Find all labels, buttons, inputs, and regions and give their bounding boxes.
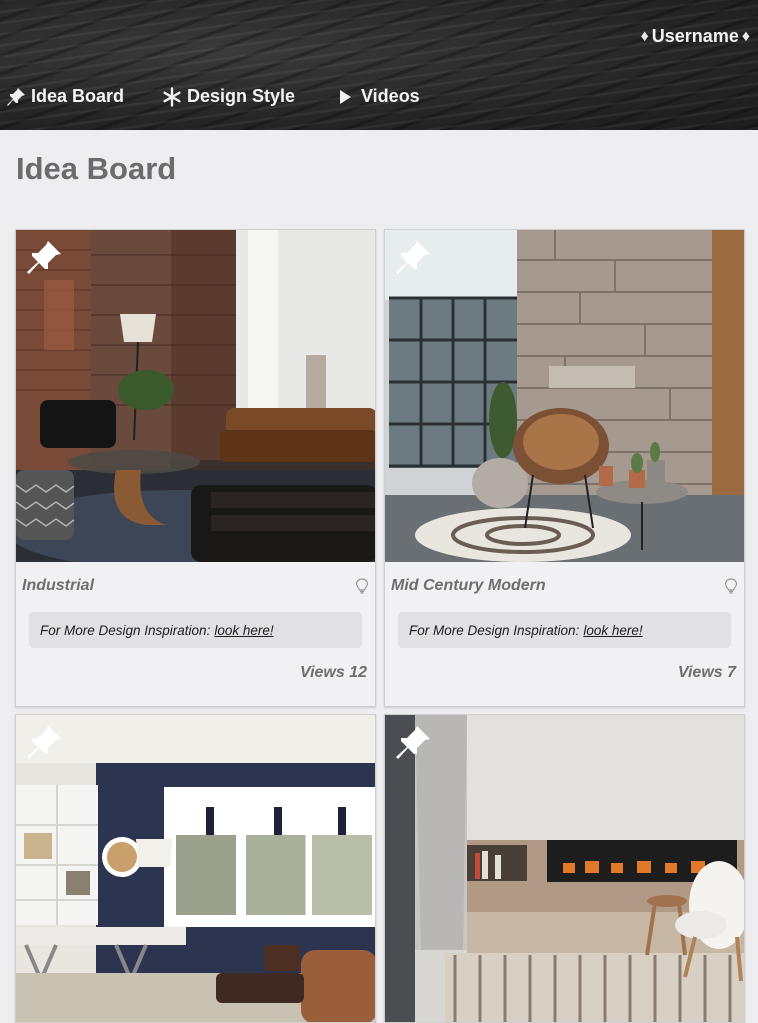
nav-label: Videos [361,86,420,106]
card-title: Industrial [22,577,95,594]
pushpin-icon[interactable] [24,238,64,278]
idea-card[interactable]: Mid Century Modern For More Design Inspi… [384,229,745,707]
header-bar: ♦ Username ♦ Idea Board Design Style Vid… [0,0,758,130]
inspiration-box: For More Design Inspiration: look here! [398,612,731,648]
idea-card[interactable]: Industrial For More Design Inspiration: … [15,229,376,707]
pushpin-icon[interactable] [393,723,433,763]
card-image[interactable] [16,230,375,562]
user-menu[interactable]: ♦ Username ♦ [641,26,750,47]
card-title: Mid Century Modern [391,577,546,594]
idea-card[interactable] [384,714,745,1023]
card-image[interactable] [385,715,744,1022]
page-title: Idea Board [16,151,177,186]
nav-label: Idea Board [31,86,125,106]
lightbulb-icon[interactable] [355,578,369,594]
lightbulb-icon[interactable] [724,578,738,594]
inspiration-link[interactable]: look here! [214,623,273,638]
views-count: Views 7 [677,664,736,681]
inspiration-text: For More Design Inspiration: [40,622,211,638]
pushpin-icon[interactable] [24,723,64,763]
inspiration-text: For More Design Inspiration: [409,622,580,638]
card-image[interactable] [385,230,744,562]
nav-item-videos[interactable]: Videos [336,86,420,107]
card-image[interactable] [16,715,375,1022]
play-icon [336,87,356,107]
main-nav: Idea Board Design Style Videos [0,86,758,114]
views-count: Views 12 [299,664,367,681]
nav-item-design-style[interactable]: Design Style [162,86,295,107]
nav-label: Design Style [187,86,296,106]
diamond-icon: ♦ [640,27,649,45]
username-label: Username [651,26,739,46]
inspiration-box: For More Design Inspiration: look here! [29,612,362,648]
inspiration-link[interactable]: look here! [583,623,642,638]
idea-card[interactable] [15,714,376,1023]
diamond-icon: ♦ [741,27,750,45]
pushpin-icon[interactable] [393,238,433,278]
asterisk-icon [162,86,182,107]
pushpin-icon [6,87,26,107]
nav-item-idea-board[interactable]: Idea Board [6,86,124,107]
